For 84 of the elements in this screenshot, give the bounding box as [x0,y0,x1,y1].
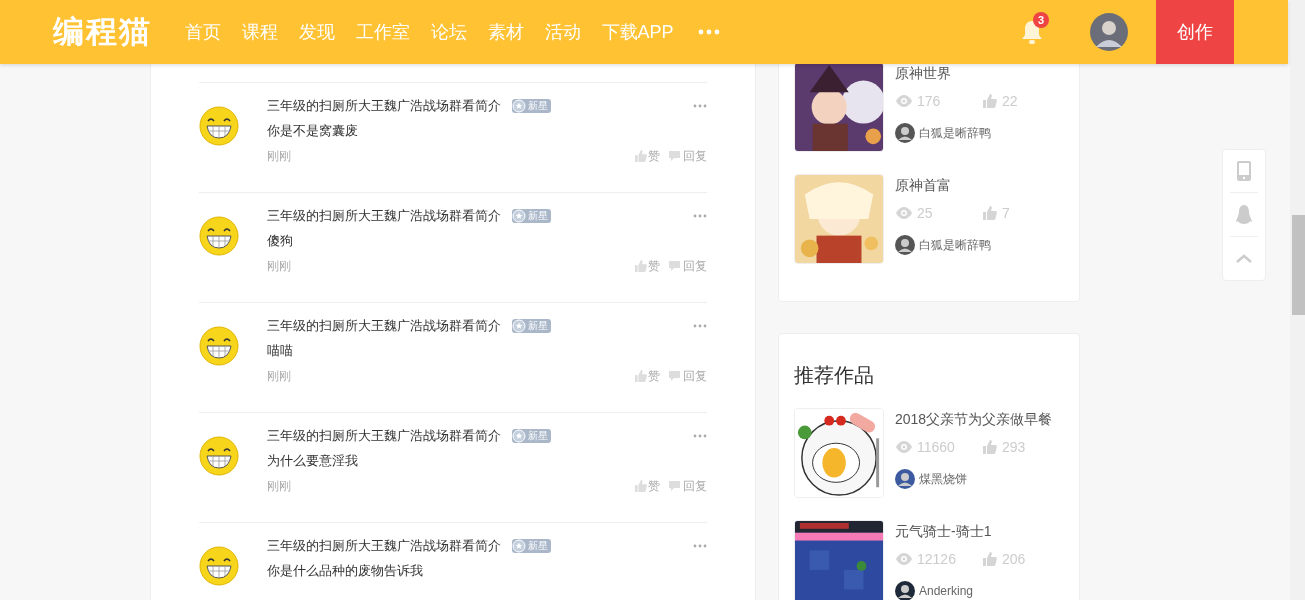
comment-time: 刚刚 [267,478,291,495]
eye-icon [895,553,913,565]
user-avatar-icon[interactable] [1090,13,1128,51]
user-level-badge: 新星 [512,539,551,553]
user-avatar-icon [895,469,915,489]
thumbs-up-icon [635,480,647,492]
comment-author[interactable]: 三年级的扫厕所大王魏广浩战场群看简介 [267,426,501,446]
user-avatar-icon [895,581,915,600]
comment-text: 为什么要意淫我 [267,452,359,470]
work-title[interactable]: 原神世界 [895,64,1018,82]
nav-link[interactable]: 首页 [174,18,231,46]
smiley-avatar-icon [199,546,239,586]
nav-link[interactable]: 素材 [477,18,534,46]
thumbs-up-icon [983,206,997,220]
reply-button[interactable]: 回复 [668,147,707,165]
phone-icon[interactable] [1237,161,1251,181]
nav-link[interactable]: 活动 [534,18,591,46]
like-button[interactable]: 赞 [635,257,660,275]
thumbs-up-icon [635,260,647,272]
smiley-avatar-icon [199,436,239,476]
speech-bubble-icon [668,370,681,382]
thumbs-up-icon [983,440,997,454]
more-options-icon[interactable] [693,104,707,108]
eye-icon [895,207,913,219]
user-level-badge: 新星 [512,429,551,443]
reply-button[interactable]: 回复 [668,257,707,275]
scrollbar-thumb[interactable] [1292,215,1305,315]
thumbs-up-icon [983,552,997,566]
thumbs-up-icon [635,370,647,382]
work-title[interactable]: 元气骑士-骑士1 [895,522,1026,540]
comment-text: 喵喵 [267,342,294,360]
speech-bubble-icon [668,150,681,162]
eye-icon [895,95,913,107]
author-name[interactable]: Anderking [919,582,974,600]
scrollbar[interactable] [1290,0,1305,600]
comment-author[interactable]: 三年级的扫厕所大王魏广浩战场群看简介 [267,96,501,116]
smiley-avatar-icon [199,216,239,256]
user-level-badge: 新星 [512,319,551,333]
like-button[interactable]: 赞 [635,367,660,385]
more-options-icon[interactable] [693,434,707,438]
reply-button[interactable]: 回复 [668,477,707,495]
speech-bubble-icon [668,260,681,272]
smiley-avatar-icon [199,326,239,366]
comment-time: 刚刚 [267,148,291,165]
nav-link[interactable]: 工作室 [345,18,420,46]
work-title[interactable]: 2018父亲节为父亲做早餐 [895,410,1053,428]
author-name[interactable]: 白狐是晰辞鸭 [919,236,991,254]
author-name[interactable]: 煤黑烧饼 [919,470,967,488]
site-logo[interactable]: 编程猫 [53,8,152,56]
thumbs-up-icon [983,94,997,108]
more-options-icon[interactable] [693,544,707,548]
comment-author[interactable]: 三年级的扫厕所大王魏广浩战场群看简介 [267,206,501,226]
create-button[interactable]: 创作 [1156,0,1234,64]
comment-author[interactable]: 三年级的扫厕所大王魏广浩战场群看简介 [267,316,501,336]
more-options-icon[interactable] [693,324,707,328]
section-title: 推荐作品 [794,363,875,388]
eye-icon [895,441,913,453]
penguin-icon[interactable] [1236,204,1252,225]
user-avatar-icon [895,123,915,143]
nav-link[interactable]: 下载APP [591,18,685,46]
comment-text: 傻狗 [267,232,294,250]
smiley-avatar-icon [199,106,239,146]
comment-author[interactable]: 三年级的扫厕所大王魏广浩战场群看简介 [267,536,501,556]
nav-link[interactable]: 发现 [288,18,345,46]
more-icon[interactable] [698,29,721,35]
comment-text: 你是什么品种的废物告诉我 [267,562,424,580]
user-level-badge: 新星 [512,209,551,223]
more-options-icon[interactable] [693,214,707,218]
chevron-up-icon[interactable] [1236,254,1252,263]
comment-text: 你是不是窝囊废 [267,122,359,140]
notification-badge: 3 [1033,12,1049,28]
user-avatar-icon [895,235,915,255]
comment-time: 刚刚 [267,258,291,275]
comment-time: 刚刚 [267,368,291,385]
author-name[interactable]: 白狐是晰辞鸭 [919,124,991,142]
work-title[interactable]: 原神首富 [895,176,1010,194]
reply-button[interactable]: 回复 [668,367,707,385]
nav-link[interactable]: 论坛 [420,18,477,46]
nav-link[interactable]: 课程 [231,18,288,46]
thumbs-up-icon [635,150,647,162]
speech-bubble-icon [668,480,681,492]
like-button[interactable]: 赞 [635,477,660,495]
user-level-badge: 新星 [512,99,551,113]
like-button[interactable]: 赞 [635,147,660,165]
